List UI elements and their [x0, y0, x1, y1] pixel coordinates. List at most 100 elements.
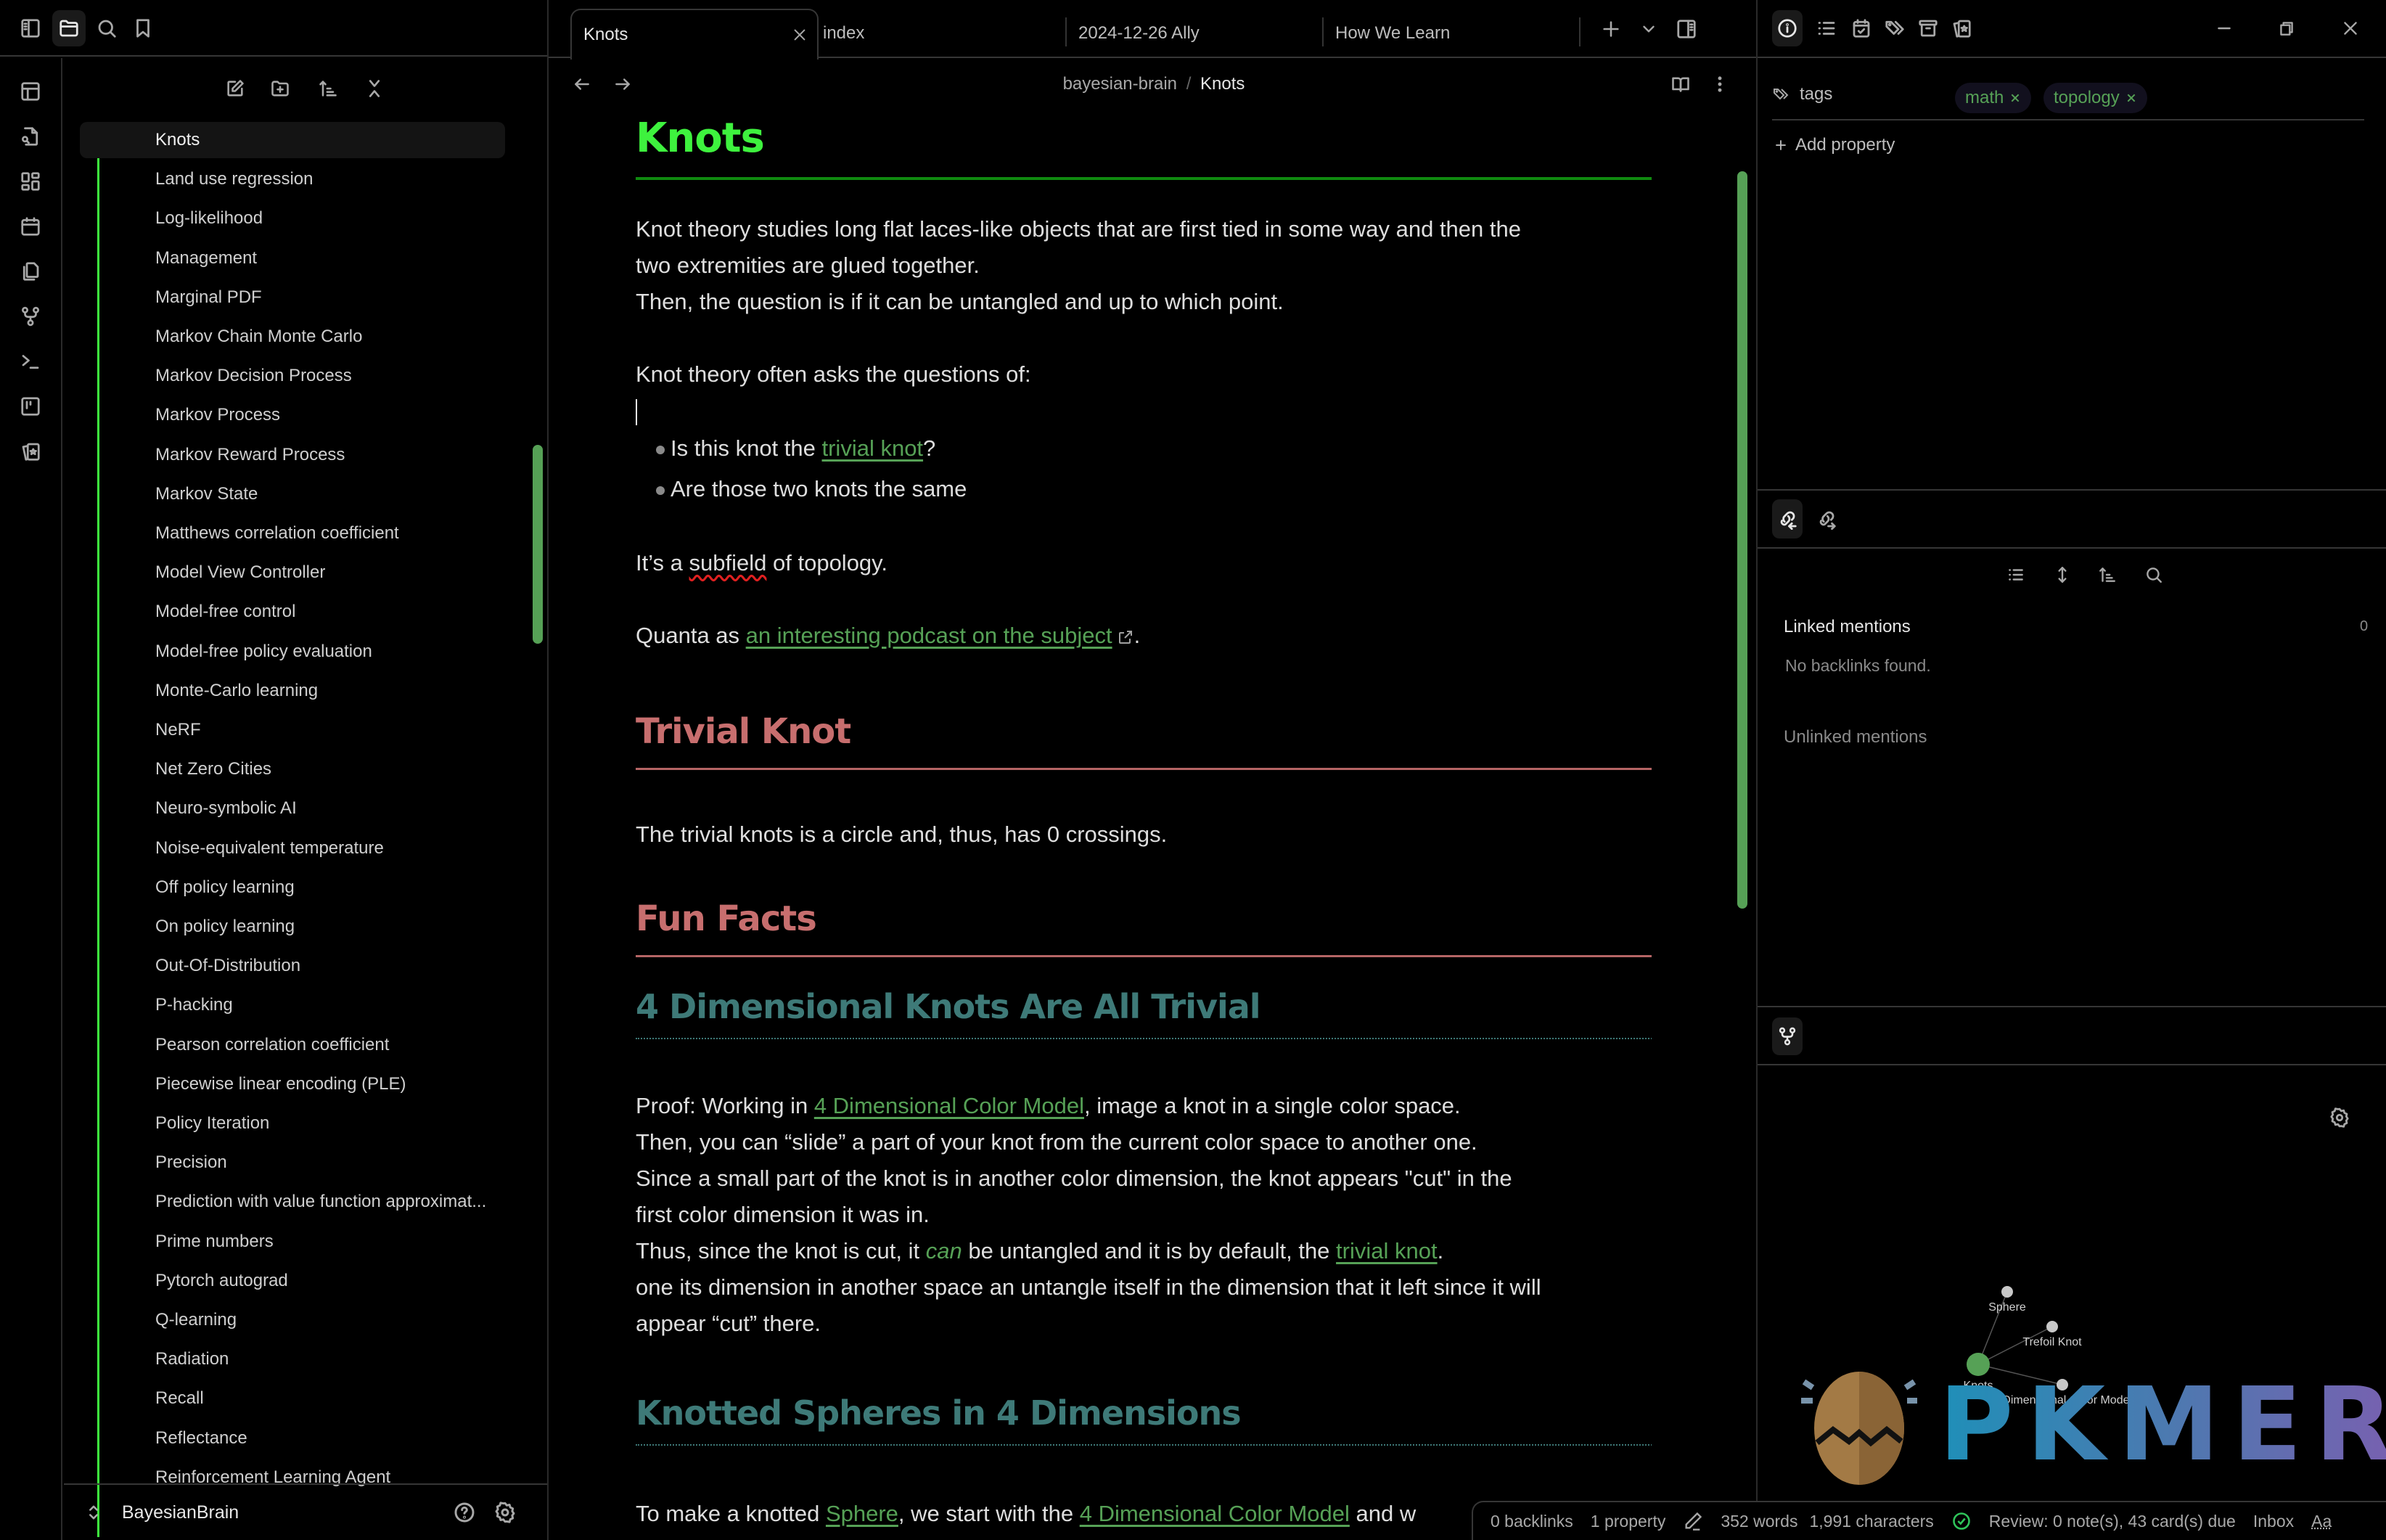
tag-pill-topology[interactable]: topology: [2043, 83, 2147, 113]
search-icon[interactable]: [90, 10, 123, 46]
tab-how-we-learn[interactable]: How We Learn: [1324, 9, 1563, 58]
minimize-icon[interactable]: [2207, 12, 2241, 45]
explorer-scrollbar[interactable]: [533, 445, 543, 644]
file-tree-item[interactable]: Model View Controller: [80, 554, 505, 591]
close-tab-icon[interactable]: [788, 23, 811, 46]
graph-node[interactable]: [2001, 1286, 2013, 1298]
flashcards-icon[interactable]: [1946, 10, 1977, 46]
status-properties[interactable]: 1 property: [1591, 1512, 1666, 1531]
file-tree-item[interactable]: Markov Process: [80, 397, 505, 433]
collapse-results-list-icon[interactable]: [2001, 560, 2030, 589]
misspelled-word[interactable]: subfield: [689, 550, 767, 576]
backlinks-in-icon[interactable]: [1772, 499, 1803, 538]
internal-link-sphere[interactable]: Sphere: [826, 1501, 898, 1526]
internal-link-trivial-knot[interactable]: trivial knot: [822, 435, 924, 461]
file-tree-item[interactable]: Knots: [80, 122, 505, 158]
file-tree-item[interactable]: Markov Reward Process: [80, 437, 505, 473]
flashcards-icon[interactable]: [13, 434, 48, 469]
vault-switch-icon[interactable]: [83, 1498, 104, 1527]
file-tree-item[interactable]: Log-likelihood: [80, 200, 505, 237]
sort-icon[interactable]: [2093, 560, 2122, 589]
file-tree-item[interactable]: On policy learning: [80, 909, 505, 945]
file-tree-item[interactable]: Q-learning: [80, 1302, 505, 1338]
local-graph-view[interactable]: KnotsSphereTrefoil Knot4 Dimensional Col…: [1758, 1065, 2386, 1515]
copy-icon[interactable]: [13, 254, 48, 289]
calendar-check-icon[interactable]: [1846, 10, 1877, 46]
breadcrumb-current[interactable]: Knots: [1200, 74, 1245, 94]
tags-icon[interactable]: [1879, 10, 1910, 46]
archive-icon[interactable]: [1913, 10, 1943, 46]
collapse-all-icon[interactable]: [358, 73, 390, 105]
restore-icon[interactable]: [2270, 12, 2303, 45]
file-tree-item[interactable]: Piecewise linear encoding (PLE): [80, 1066, 505, 1102]
reading-view-book-icon[interactable]: [1666, 70, 1695, 99]
status-backlinks[interactable]: 0 backlinks: [1491, 1512, 1573, 1531]
status-review[interactable]: Review: 0 note(s), 43 card(s) due: [1989, 1512, 2236, 1531]
file-tree-item[interactable]: P-hacking: [80, 987, 505, 1023]
file-tree-item[interactable]: Model-free policy evaluation: [80, 634, 505, 670]
editing-mode-pencil-icon[interactable]: [1683, 1511, 1703, 1531]
file-tree-item[interactable]: Recall: [80, 1380, 505, 1417]
status-inbox[interactable]: Inbox: [2253, 1512, 2294, 1531]
tab-2024-12-26-ally[interactable]: 2024-12-26 Ally: [1067, 9, 1306, 58]
file-tree-item[interactable]: Out-Of-Distribution: [80, 948, 505, 984]
file-tree-item[interactable]: Prime numbers: [80, 1224, 505, 1260]
file-tree-item[interactable]: Markov State: [80, 476, 505, 512]
external-link-podcast[interactable]: an interesting podcast on the subject: [746, 623, 1112, 648]
file-tree-item[interactable]: Pearson correlation coefficient: [80, 1027, 505, 1063]
internal-link-trivial-knot[interactable]: trivial knot: [1336, 1238, 1438, 1263]
more-options-icon[interactable]: [1705, 70, 1734, 99]
breadcrumb-folder[interactable]: bayesian-brain: [1063, 74, 1177, 94]
close-window-icon[interactable]: [2334, 12, 2367, 45]
file-tree-item[interactable]: Noise-equivalent temperature: [80, 830, 505, 867]
file-tree-item[interactable]: Prediction with value function approxima…: [80, 1184, 505, 1220]
file-tree-item[interactable]: Matthews correlation coefficient: [80, 515, 505, 552]
sidebar-toggle-icon[interactable]: [13, 12, 48, 45]
file-tree-item[interactable]: Markov Chain Monte Carlo: [80, 319, 505, 355]
settings-icon[interactable]: [489, 1496, 521, 1528]
tab-index[interactable]: index: [819, 9, 1058, 58]
file-tree-item[interactable]: Model-free control: [80, 594, 505, 630]
file-tree-item[interactable]: Markov Decision Process: [80, 358, 505, 394]
file-tree-item[interactable]: Reflectance: [80, 1420, 505, 1457]
internal-link-4d-color-model[interactable]: 4 Dimensional Color Model: [814, 1093, 1084, 1118]
graph-icon[interactable]: [13, 299, 48, 334]
local-graph-icon[interactable]: [1772, 1017, 1803, 1055]
file-tree-item[interactable]: NeRF: [80, 712, 505, 748]
internal-link-4d-color-model[interactable]: 4 Dimensional Color Model: [1080, 1501, 1350, 1526]
layout-icon[interactable]: [13, 74, 48, 109]
outgoing-links-icon[interactable]: [1811, 499, 1842, 538]
note-editor[interactable]: Knots Knot theory studies long flat lace…: [636, 112, 1652, 1540]
file-tree-item[interactable]: Management: [80, 240, 505, 277]
remove-tag-icon[interactable]: [2009, 92, 2021, 104]
new-note-icon[interactable]: [219, 73, 251, 105]
kanban-icon[interactable]: [13, 389, 48, 424]
info-icon[interactable]: [1772, 10, 1803, 46]
file-tree-item[interactable]: Radiation: [80, 1341, 505, 1377]
add-property-button[interactable]: Add property: [1774, 135, 1895, 155]
property-key-tags[interactable]: tags: [1772, 84, 1832, 105]
file-tree-item[interactable]: Off policy learning: [80, 869, 505, 906]
sort-icon[interactable]: [312, 73, 344, 105]
terminal-icon[interactable]: [13, 344, 48, 379]
bookmark-icon[interactable]: [126, 10, 160, 46]
graph-node[interactable]: [2046, 1321, 2058, 1332]
dashboard-icon[interactable]: [13, 164, 48, 199]
help-icon[interactable]: [448, 1496, 480, 1528]
file-tree-item[interactable]: Net Zero Cities: [80, 751, 505, 787]
tab-list-chevron-down-icon[interactable]: [1633, 13, 1665, 45]
calendar-icon[interactable]: [13, 209, 48, 244]
file-tree-item[interactable]: Land use regression: [80, 161, 505, 197]
new-folder-icon[interactable]: [264, 73, 296, 105]
folder-icon[interactable]: [52, 10, 86, 46]
sync-status-check-icon[interactable]: [1951, 1511, 1972, 1531]
file-tree-item[interactable]: Policy Iteration: [80, 1105, 505, 1142]
outline-icon[interactable]: [1811, 10, 1842, 46]
file-tree-item[interactable]: Pytorch autograd: [80, 1263, 505, 1299]
right-sidebar-toggle-icon[interactable]: [1670, 13, 1702, 45]
file-tree-item[interactable]: Precision: [80, 1144, 505, 1181]
show-more-context-icon[interactable]: [2048, 560, 2077, 589]
vault-name[interactable]: BayesianBrain: [122, 1502, 239, 1523]
linked-mentions-header[interactable]: Linked mentions: [1784, 617, 1911, 637]
file-search-icon[interactable]: [13, 119, 48, 154]
